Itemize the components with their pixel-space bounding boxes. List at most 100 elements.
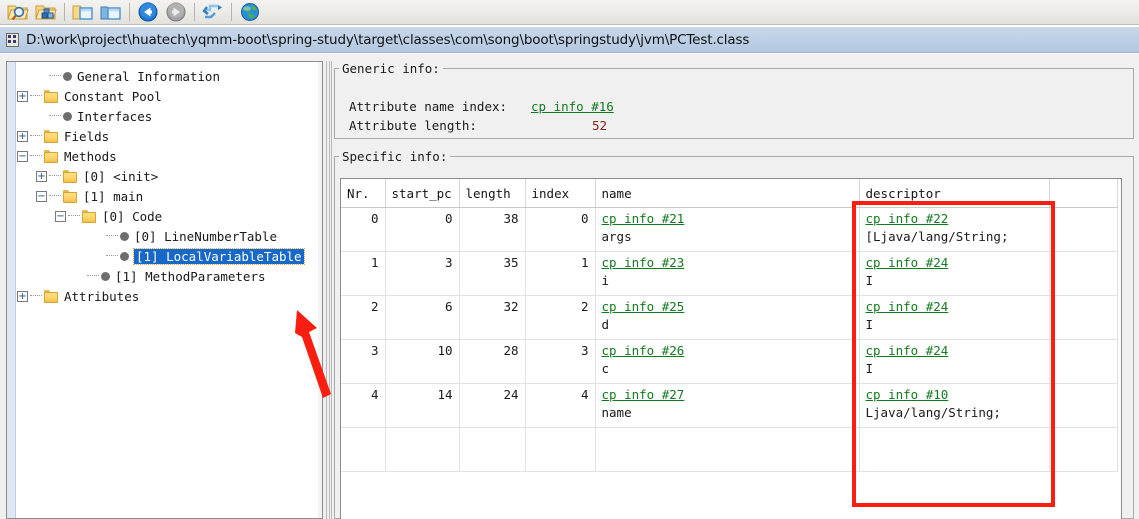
column-header-nr[interactable]: Nr. (341, 179, 386, 208)
back-button[interactable] (134, 0, 162, 24)
tree-node-0-linenumbertable[interactable]: [0] LineNumberTable (17, 226, 316, 246)
tree-node-label: [1] MethodParameters (115, 268, 266, 284)
cell-filler (1049, 295, 1118, 340)
attribute-detail-panel: Generic info: Attribute name index: cp in… (334, 61, 1134, 519)
folder-icon (63, 169, 78, 183)
tree-node-1-localvariabletable[interactable]: [1] LocalVariableTable (17, 246, 316, 266)
local-variable-table: Nr. start_pc length index name descripto… (341, 179, 1118, 472)
tree-connector-line (30, 295, 42, 297)
tree-node-constant-pool[interactable]: + Constant Pool (17, 86, 316, 106)
table-row[interactable]: 2 6 32 2 cp info #25 d cp info #24 I (341, 295, 1118, 340)
tree-content: General Information + Constant Pool Interfa… (17, 66, 316, 306)
forward-icon (166, 2, 186, 22)
collapse-icon[interactable]: − (36, 190, 47, 202)
cell-nr: 3 (341, 339, 386, 384)
table-row[interactable]: 4 14 24 4 cp info #27 name cp info #10 Ljava/la… (341, 383, 1118, 428)
tree-vertical-scrollbar[interactable] (318, 62, 322, 518)
name-value: i (601, 273, 610, 288)
descriptor-link[interactable]: cp info #10 (866, 387, 949, 402)
tree-node-0-init[interactable]: + [0] <init> (17, 166, 316, 186)
descriptor-link[interactable]: cp info #24 (866, 343, 949, 358)
cell-name: cp info #26 c (595, 339, 860, 384)
name-link[interactable]: cp info #25 (602, 299, 685, 314)
name-link[interactable]: cp info #27 (602, 387, 685, 402)
name-link[interactable]: cp info #23 (602, 255, 685, 270)
column-header-index[interactable]: index (525, 179, 596, 208)
table-row[interactable]: 0 0 38 0 cp info #21 args cp info #22 [Ljava/la… (341, 207, 1118, 252)
open-classpath-button[interactable] (32, 0, 60, 24)
attribute-length-row: Attribute length: 52 (349, 118, 607, 133)
empty-cell (595, 427, 860, 472)
name-link[interactable]: cp info #21 (602, 211, 685, 226)
empty-cell (1049, 427, 1118, 472)
reload-icon (202, 4, 222, 19)
cell-start_pc: 10 (385, 339, 460, 384)
folder-icon (44, 289, 59, 303)
expand-icon[interactable]: + (17, 130, 28, 142)
tree-connector-line (68, 215, 80, 217)
column-header-descriptor[interactable]: descriptor (859, 179, 1050, 208)
descriptor-link[interactable]: cp info #24 (866, 255, 949, 270)
toolbar-separator-4 (231, 3, 232, 21)
generic-info-legend: Generic info: (342, 61, 440, 76)
reload-button[interactable] (199, 0, 227, 24)
panel-splitter[interactable] (325, 61, 333, 519)
column-header-name[interactable]: name (595, 179, 860, 208)
toolbar-separator-1 (64, 3, 65, 21)
tree-node-label: Interfaces (77, 108, 153, 124)
cell-index: 4 (525, 383, 596, 428)
collapse-icon[interactable]: − (55, 210, 66, 222)
tree-node-1-main[interactable]: − [1] main (17, 186, 316, 206)
class-structure-tree-panel[interactable]: General Information + Constant Pool Interfa… (6, 61, 323, 519)
name-value: d (601, 317, 610, 332)
expand-icon[interactable]: + (17, 290, 28, 302)
tree-connector-line (30, 95, 42, 97)
cell-length: 35 (459, 251, 526, 296)
attribute-length-label: Attribute length: (349, 118, 477, 133)
attribute-name-index-value[interactable]: cp info #16 (531, 99, 614, 114)
name-link[interactable]: cp info #26 (602, 343, 685, 358)
local-variable-table-wrapper[interactable]: Nr. start_pc length index name descripto… (340, 178, 1122, 519)
tree-connector-line (49, 175, 61, 177)
table-row[interactable]: 3 10 28 3 cp info #26 c cp info #24 I (341, 339, 1118, 384)
tree-node-1-methodparameters[interactable]: [1] MethodParameters (17, 266, 316, 286)
toolbar-separator-2 (129, 3, 130, 21)
table-row[interactable]: 1 3 35 1 cp info #23 i cp info #24 I (341, 251, 1118, 296)
cell-descriptor: cp info #24 I (859, 295, 1050, 340)
descriptor-link[interactable]: cp info #24 (866, 299, 949, 314)
tree-connector-line (106, 255, 118, 257)
tree-node-label: General Information (77, 68, 220, 84)
node-bullet-icon (63, 71, 72, 81)
descriptor-value: Ljava/lang/String; (865, 405, 1001, 420)
column-header-start-pc[interactable]: start_pc (385, 179, 460, 208)
tree-node-interfaces[interactable]: Interfaces (17, 106, 316, 126)
forward-button[interactable] (162, 0, 190, 24)
table-empty-row (341, 427, 1118, 472)
new-window-icon (72, 5, 93, 20)
name-value: name (601, 405, 632, 420)
tree-node-fields[interactable]: + Fields (17, 126, 316, 146)
expand-icon[interactable]: + (36, 170, 47, 182)
expand-icon[interactable]: + (17, 90, 28, 102)
back-icon (138, 2, 158, 22)
tree-node-general-information[interactable]: General Information (17, 66, 316, 86)
column-header-length[interactable]: length (459, 179, 526, 208)
descriptor-link[interactable]: cp info #22 (866, 211, 949, 226)
new-window-button[interactable] (69, 0, 97, 24)
tree-node-attributes[interactable]: + Attributes (17, 286, 316, 306)
node-bullet-icon (63, 111, 72, 121)
tree-connector-line (49, 195, 61, 197)
folder-icon (44, 89, 59, 103)
tree-node-methods[interactable]: − Methods (17, 146, 316, 166)
open-class-file-button[interactable] (4, 0, 32, 24)
tree-connector-line (30, 135, 42, 137)
descriptor-value: I (865, 273, 874, 288)
browse-web-button[interactable] (236, 0, 264, 24)
tree-connector-line (87, 275, 99, 277)
duplicate-window-button[interactable] (97, 0, 125, 24)
tree-node-0-code[interactable]: − [0] Code (17, 206, 316, 226)
cell-descriptor: cp info #22 [Ljava/lang/String; (859, 207, 1050, 252)
collapse-icon[interactable]: − (17, 150, 28, 162)
file-path-bar[interactable]: D:\work\project\huatech\yqmm-boot\spring… (0, 26, 1139, 53)
